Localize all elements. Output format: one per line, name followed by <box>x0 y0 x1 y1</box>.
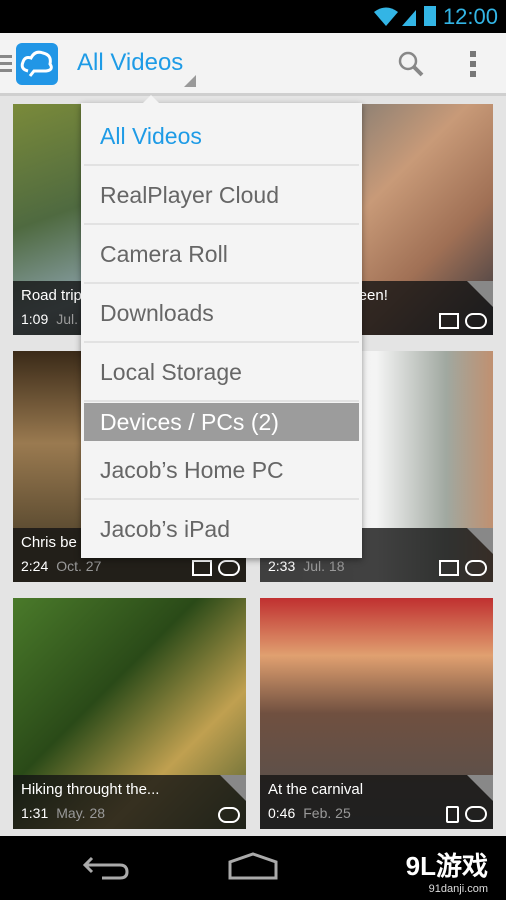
cloud-logo-icon[interactable] <box>16 43 58 85</box>
video-title: Hiking throught the... <box>21 781 160 798</box>
cloud-icon <box>218 807 240 823</box>
menu-item-local-storage[interactable]: Local Storage <box>84 343 359 402</box>
menu-item-realplayer-cloud[interactable]: RealPlayer Cloud <box>84 166 359 225</box>
cloud-icon <box>465 806 487 822</box>
view-dropdown-menu: All Videos RealPlayer Cloud Camera Roll … <box>81 95 362 559</box>
video-tile[interactable]: Hiking throught the... 1:31 May. 28 <box>13 598 246 829</box>
view-dropdown[interactable]: All Videos <box>77 49 183 77</box>
video-title: Road trip <box>21 287 82 304</box>
video-date: May. 28 <box>56 805 106 821</box>
menu-item-camera-roll[interactable]: Camera Roll <box>84 225 359 284</box>
search-icon[interactable] <box>398 51 424 77</box>
video-date: Jul. 18 <box>303 558 345 574</box>
battery-icon <box>424 6 436 26</box>
video-duration: 2:24 <box>21 558 49 574</box>
cloud-icon <box>465 313 487 329</box>
menu-header-devices: Devices / PCs (2) <box>84 403 359 441</box>
video-date: Feb. 25 <box>303 805 351 821</box>
navigation-bar: 9L游戏 91danji.com <box>0 836 506 900</box>
cloud-icon <box>218 560 240 576</box>
video-duration: 2:33 <box>268 558 296 574</box>
video-title: Chris be <box>21 534 77 551</box>
tablet-icon <box>446 806 459 823</box>
menu-item-ipad[interactable]: Jacob’s iPad <box>84 500 359 559</box>
watermark-logo: 9L游戏 91danji.com <box>405 851 488 895</box>
share-corner-icon[interactable] <box>467 528 493 554</box>
home-icon[interactable] <box>228 852 278 880</box>
share-corner-icon[interactable] <box>220 775 246 801</box>
menu-icon[interactable] <box>0 55 12 76</box>
pc-icon <box>439 313 459 329</box>
video-date: Oct. 27 <box>56 558 102 574</box>
back-icon[interactable] <box>82 854 130 882</box>
video-tile[interactable]: At the carnival 0:46 Feb. 25 <box>260 598 493 829</box>
video-duration: 0:46 <box>268 805 296 821</box>
share-corner-icon[interactable] <box>467 281 493 307</box>
clock: 12:00 <box>442 4 498 29</box>
video-duration: 1:31 <box>21 805 49 821</box>
action-bar: All Videos <box>0 33 506 96</box>
wifi-signal-icon <box>374 7 416 26</box>
video-duration: 1:09 <box>21 311 49 327</box>
overflow-icon[interactable] <box>470 51 476 81</box>
menu-item-home-pc[interactable]: Jacob’s Home PC <box>84 441 359 500</box>
menu-item-all-videos[interactable]: All Videos <box>84 107 359 166</box>
cloud-icon <box>465 560 487 576</box>
status-bar: 12:00 <box>0 0 506 33</box>
dropdown-triangle-icon <box>184 75 196 87</box>
video-date: Jul. <box>56 311 79 327</box>
pc-icon <box>439 560 459 576</box>
menu-item-downloads[interactable]: Downloads <box>84 284 359 343</box>
video-title: At the carnival <box>268 781 364 798</box>
share-corner-icon[interactable] <box>467 775 493 801</box>
pc-icon <box>192 560 212 576</box>
